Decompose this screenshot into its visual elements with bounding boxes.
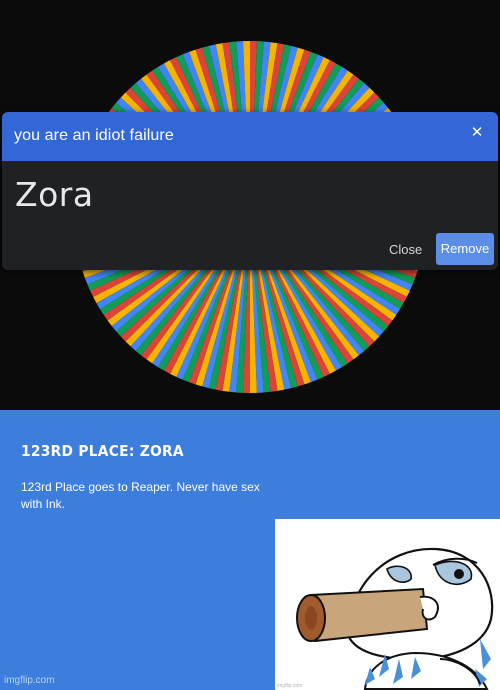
place-description: 123rd Place goes to Reaper. Never have s…	[21, 480, 260, 511]
remove-button[interactable]: Remove	[436, 233, 494, 265]
dialog-header: you are an idiot failure ✕	[2, 112, 498, 161]
character-drawing: imgflip.com	[275, 519, 500, 690]
place-heading: 123RD PLACE: ZORA	[21, 442, 184, 460]
result-panel: 123RD PLACE: ZORA 123rd Place goes to Re…	[0, 410, 500, 690]
close-button[interactable]: Close	[382, 236, 429, 264]
character-illustration	[296, 547, 494, 690]
close-icon[interactable]: ✕	[466, 122, 488, 144]
dialog-title: you are an idiot failure	[14, 127, 174, 144]
winner-dialog: you are an idiot failure ✕ Zora Close Re…	[2, 112, 498, 270]
winner-name: Zora	[15, 175, 94, 214]
log-ring	[305, 606, 317, 630]
wheel-panel: you are an idiot failure ✕ Zora Close Re…	[0, 0, 500, 407]
imgflip-watermark: imgflip.com	[4, 675, 55, 686]
right-pupil	[454, 569, 464, 579]
drawing-watermark: imgflip.com	[277, 683, 303, 689]
